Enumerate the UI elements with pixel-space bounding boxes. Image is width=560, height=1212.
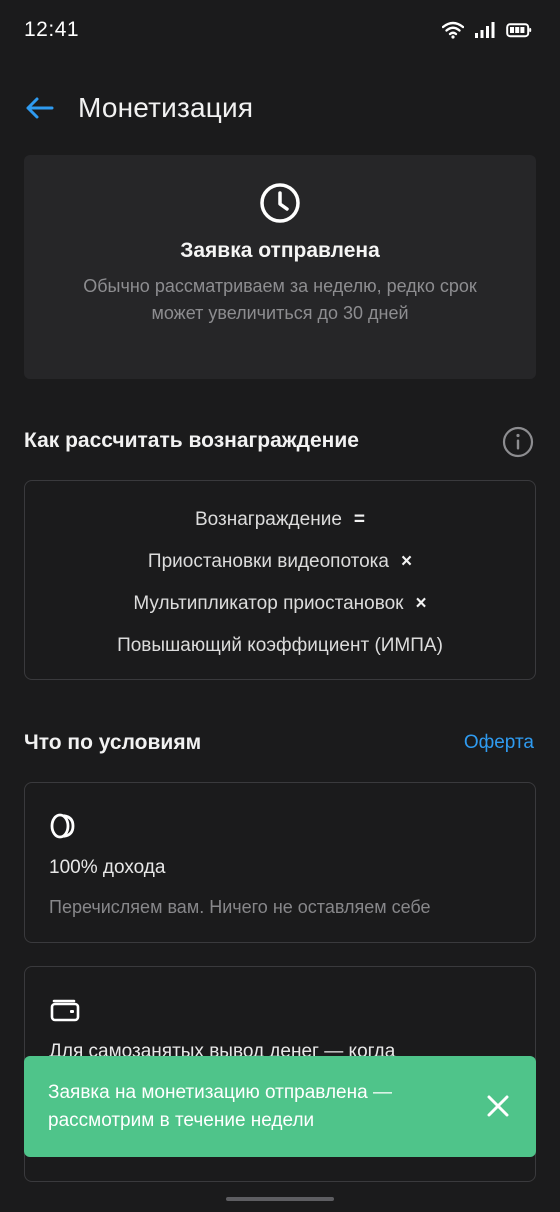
back-button[interactable] (24, 90, 60, 126)
formula-line: Вознаграждение = (195, 505, 365, 547)
formula-term: Вознаграждение (194, 509, 342, 530)
formula-operator: = (353, 509, 365, 530)
term-description: Перечисляем вам. Ничего не оставляем себ… (49, 897, 431, 917)
offer-link[interactable]: Оферта (464, 732, 534, 754)
battery-icon (506, 23, 532, 38)
signal-icon (475, 22, 495, 38)
formula-term: Повышающий коэффициент (ИМПА) (117, 635, 443, 656)
arrow-left-icon (26, 97, 54, 119)
terms-section-title: Что по условиям (24, 731, 202, 754)
page-title: Монетизация (78, 92, 254, 123)
home-indicator[interactable] (226, 1197, 334, 1201)
formula-line: Приостановки видеопотока × (148, 547, 412, 589)
formula-operator: × (400, 551, 413, 572)
clock-icon (260, 183, 300, 223)
term-card-income: 100% дохода Перечисляем вам. Ничего не о… (24, 782, 536, 943)
wallet-icon (50, 999, 80, 1022)
toast-close-button[interactable] (484, 1092, 512, 1120)
formula-operator: × (415, 593, 427, 614)
status-title: Заявка отправлена (180, 239, 380, 262)
reward-section-title: Как рассчитать вознаграждение (24, 429, 359, 452)
info-button[interactable] (502, 426, 534, 458)
status-time: 12:41 (24, 18, 80, 41)
formula-term: Приостановки видеопотока (147, 551, 389, 572)
application-status-card: Заявка отправлена Обычно рассматриваем з… (24, 155, 536, 379)
app-bar: Монетизация (0, 78, 560, 138)
close-icon (487, 1095, 509, 1117)
status-bar: 12:41 (0, 0, 560, 60)
term-title: 100% дохода (49, 857, 166, 878)
wifi-icon (442, 21, 464, 39)
coins-icon (50, 813, 75, 839)
toast-message: Заявка на монетизацию отправлена — рассм… (48, 1081, 392, 1131)
formula-term: Мультипликатор приостановок (133, 593, 404, 614)
toast-notification: Заявка на монетизацию отправлена — рассм… (24, 1056, 536, 1157)
status-icons (442, 21, 532, 39)
formula-line: Мультипликатор приостановок × (133, 589, 426, 631)
formula-line: Повышающий коэффициент (ИМПА) (117, 631, 443, 673)
formula-card: Вознаграждение = Приостановки видеопотока… (24, 480, 536, 680)
status-description: Обычно рассматриваем за неделю, редко ср… (83, 276, 477, 323)
info-icon (502, 426, 534, 458)
